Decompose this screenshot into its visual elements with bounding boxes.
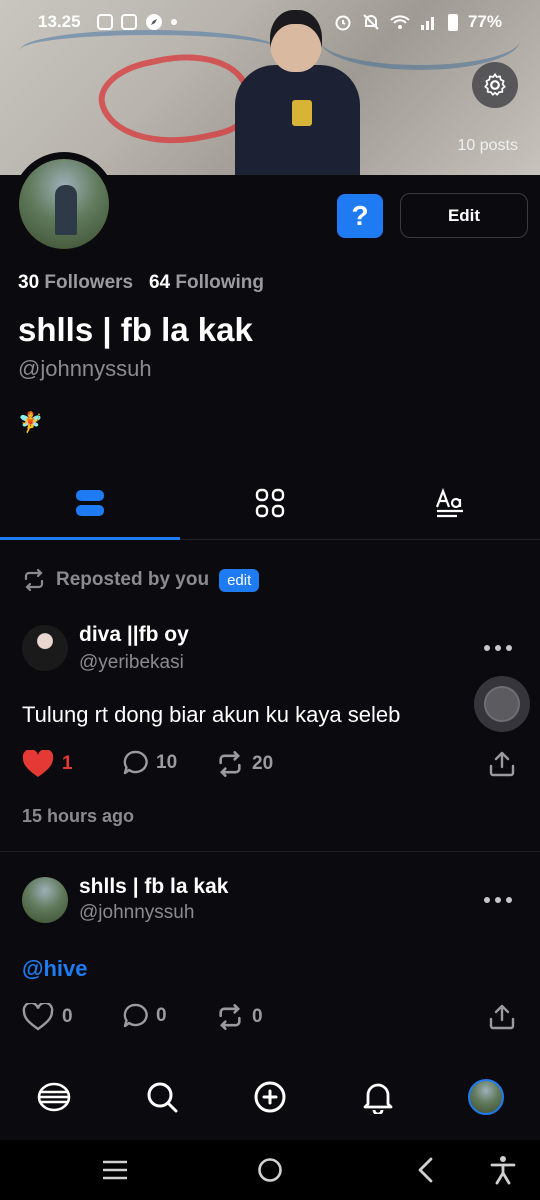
avatar[interactable] (22, 625, 68, 671)
battery-percent: 77% (467, 12, 502, 31)
share-button[interactable] (488, 750, 516, 783)
compass-notification-icon (145, 14, 162, 30)
comment-count: 10 (156, 752, 178, 773)
like-count: 0 (62, 1006, 73, 1027)
post-timestamp: 15 hours ago (22, 806, 135, 826)
followers-link[interactable]: 30 Followers (18, 272, 133, 293)
tab-grid[interactable] (180, 466, 360, 539)
repost-count: 20 (252, 753, 274, 774)
profile-tabs (0, 466, 540, 540)
post-author-handle[interactable]: @yeribekasi (79, 652, 184, 674)
assistive-touch-button[interactable] (474, 676, 530, 732)
following-label: Following (175, 272, 265, 293)
mention-link[interactable]: @hive (22, 956, 87, 982)
post-text: Tulung rt dong biar akun ku kaya seleb (22, 702, 401, 727)
alarm-icon (335, 15, 351, 31)
search-icon (147, 1082, 178, 1113)
post-author-handle[interactable]: @johnnyssuh (79, 902, 194, 924)
accessibility-icon[interactable] (490, 1155, 516, 1185)
edit-profile-button[interactable]: Edit (400, 193, 528, 238)
like-button[interactable]: 1 (22, 750, 73, 778)
home-logo-icon (37, 1082, 71, 1112)
repost-button[interactable]: 20 (216, 750, 273, 778)
heart-icon (22, 1003, 54, 1031)
recent-apps-icon[interactable] (101, 1159, 129, 1181)
bio-fairy-emoji: 🧚 (18, 412, 43, 434)
profile-avatar[interactable] (12, 152, 116, 256)
comment-button[interactable]: 0 (122, 1003, 167, 1029)
followers-label: Followers (44, 272, 134, 293)
nav-search[interactable] (108, 1080, 216, 1114)
profile-handle: @johnnyssuh (18, 356, 152, 381)
like-count: 1 (62, 753, 73, 774)
nav-home[interactable] (0, 1082, 108, 1112)
share-button[interactable] (488, 1003, 516, 1036)
tab-text[interactable] (360, 466, 540, 539)
edit-tag[interactable]: edit (219, 568, 260, 592)
avatar[interactable] (22, 877, 68, 923)
more-options-button[interactable] (484, 645, 512, 651)
signal-icon (420, 17, 434, 30)
comment-count: 0 (156, 1005, 167, 1026)
nav-profile[interactable] (432, 1079, 540, 1115)
notifications-icon (363, 1083, 393, 1114)
posts-count: 10 posts (457, 137, 518, 154)
status-time: 13.25 (38, 12, 81, 31)
nav-create[interactable] (216, 1080, 324, 1114)
status-bar: 13.25 77% (0, 0, 540, 44)
share-icon (489, 751, 515, 777)
comment-icon (123, 1003, 148, 1028)
mute-icon (363, 14, 379, 30)
system-nav-bar (0, 1140, 540, 1200)
following-count: 64 (148, 272, 171, 293)
instagram-notification-icon (96, 14, 113, 30)
more-notifications-dot (170, 19, 177, 25)
post-actions: 1 10 20 (22, 750, 518, 784)
post-actions: 0 0 0 (22, 1003, 518, 1037)
back-icon[interactable] (416, 1157, 436, 1183)
share-icon (489, 1004, 515, 1030)
feed-icon (76, 489, 104, 516)
repost-icon (219, 751, 241, 777)
help-button[interactable]: ? (337, 194, 383, 238)
more-options-button[interactable] (484, 897, 512, 903)
repost-icon (24, 568, 44, 592)
bottom-nav (0, 1054, 540, 1140)
nav-notifications[interactable] (324, 1080, 432, 1114)
home-circle-icon[interactable] (257, 1157, 283, 1183)
post-author-name[interactable]: shlls | fb la kak (79, 875, 228, 899)
comment-button[interactable]: 10 (122, 750, 177, 776)
repost-button[interactable]: 0 (216, 1003, 263, 1031)
post-divider (0, 851, 540, 852)
gear-icon (484, 73, 506, 96)
battery-icon (447, 13, 458, 31)
followers-count: 30 (18, 272, 40, 293)
shopee-notification-icon (120, 14, 137, 30)
display-name: shlls | fb la kak (18, 311, 253, 348)
create-icon (254, 1081, 286, 1113)
repost-icon (219, 1004, 241, 1030)
text-icon (435, 487, 463, 517)
wifi-icon (390, 15, 410, 29)
post-author-name[interactable]: diva ||fb oy (79, 623, 189, 647)
repost-indicator: Reposted by you edit (22, 568, 260, 592)
comment-icon (123, 750, 148, 775)
settings-button[interactable] (472, 62, 518, 108)
repost-count: 0 (252, 1006, 263, 1027)
heart-filled-icon (22, 750, 54, 777)
like-button[interactable]: 0 (22, 1003, 73, 1031)
profile-avatar (468, 1079, 504, 1115)
following-link[interactable]: 64 Following (149, 272, 264, 293)
follow-stats: 30 Followers 64 Following (18, 272, 264, 294)
grid-icon (255, 488, 285, 517)
repost-label: Reposted by you (56, 569, 210, 590)
tab-posts[interactable] (0, 466, 180, 540)
